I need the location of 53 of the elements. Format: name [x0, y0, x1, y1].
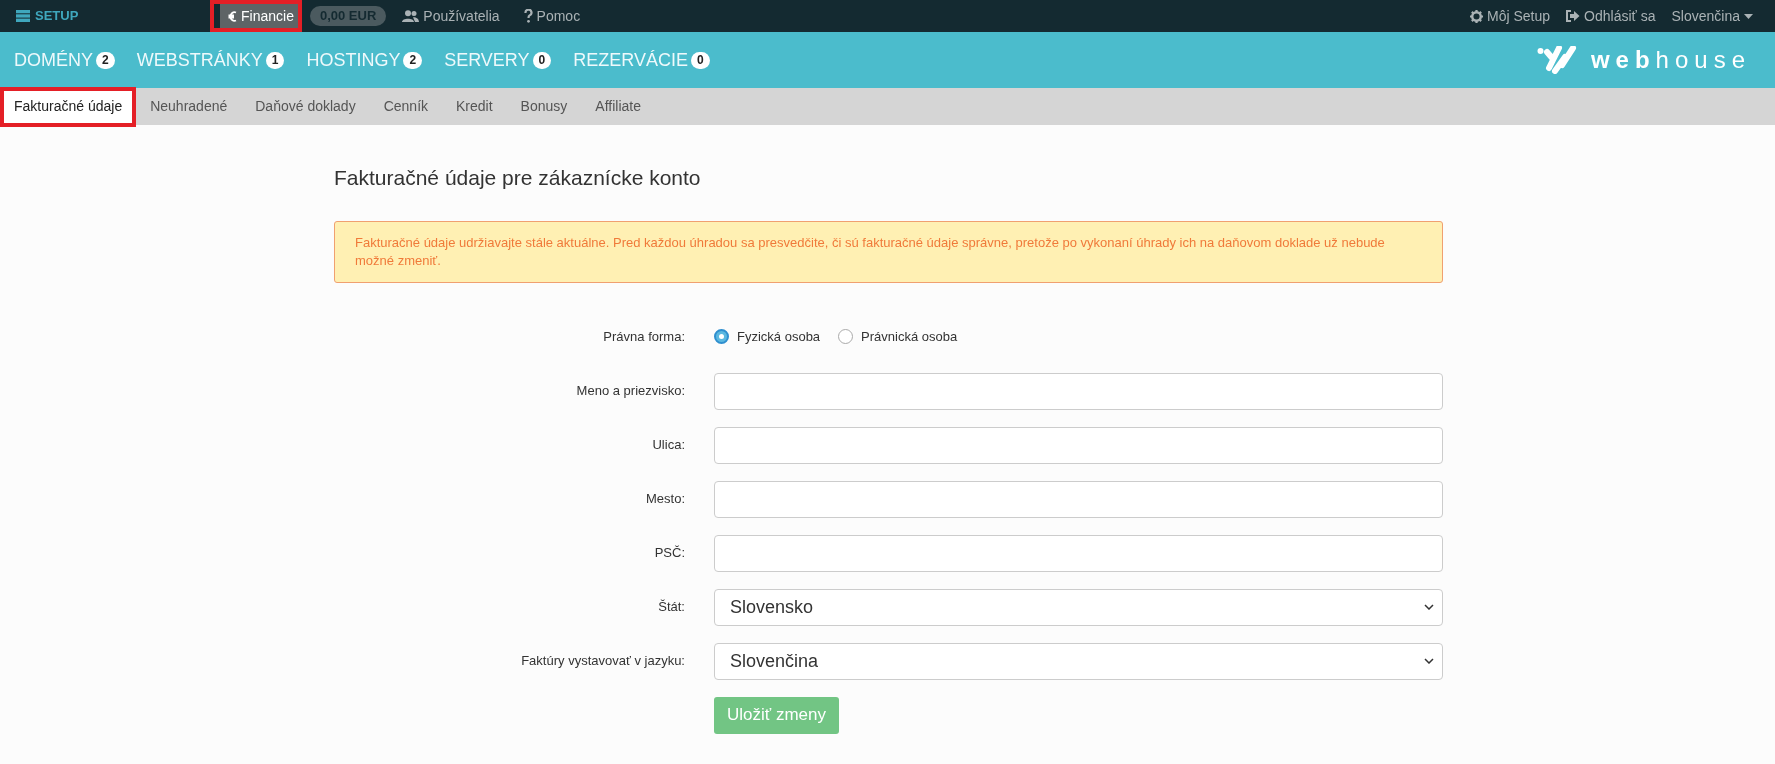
- dropdown[interactable]: Slovenčina: [714, 642, 1443, 680]
- chevron-down-icon: [1424, 604, 1434, 610]
- main-nav-item[interactable]: HOSTINGY 2: [306, 46, 423, 74]
- input-field[interactable]: [714, 534, 1443, 572]
- main-nav-item[interactable]: SERVERY 0: [444, 46, 552, 74]
- radio-button[interactable]: [714, 329, 729, 344]
- field-label: Ulica:: [651, 436, 685, 455]
- count-badge: 1: [265, 51, 285, 69]
- radio-button[interactable]: [838, 329, 854, 344]
- sub-tab[interactable]: Kredit: [446, 90, 503, 123]
- question-icon: [523, 9, 533, 23]
- input-field[interactable]: [714, 372, 1443, 410]
- brand-link[interactable]: SETUP: [35, 6, 79, 26]
- caret-icon: [1744, 13, 1753, 19]
- logo-icon: [1536, 46, 1579, 74]
- field-label: Faktúry vystavovať v jazyku:: [520, 652, 685, 671]
- sub-tab[interactable]: Neuhradené: [140, 90, 238, 123]
- radio-option[interactable]: Právnická osoba: [838, 326, 958, 347]
- server-icon: [16, 10, 30, 22]
- count-badge: 2: [96, 51, 115, 69]
- nav-link[interactable]: Môj Setup: [1470, 5, 1551, 27]
- euro-icon: [228, 9, 237, 23]
- sub-tab[interactable]: Daňové doklady: [245, 90, 366, 123]
- nav-link[interactable]: Slovenčina: [1671, 5, 1753, 27]
- nav-link[interactable]: Používatelia: [394, 0, 508, 32]
- radio-option[interactable]: Fyzická osoba: [714, 326, 821, 347]
- input-field[interactable]: [714, 426, 1443, 464]
- count-badge: 2: [403, 51, 423, 69]
- sub-tab[interactable]: Affiliate: [585, 90, 651, 123]
- count-badge: 0: [690, 51, 710, 69]
- dropdown[interactable]: Slovensko: [714, 588, 1443, 626]
- nav-link[interactable]: Odhlásiť sa: [1566, 5, 1656, 27]
- users-icon: [402, 10, 420, 22]
- page-title: Fakturačné údaje pre zákaznícke konto: [334, 165, 702, 191]
- count-badge: 0: [532, 51, 552, 69]
- field-label: Štát:: [657, 598, 685, 617]
- logout-icon: [1566, 10, 1581, 22]
- chevron-down-icon: [1424, 658, 1434, 664]
- sub-tab[interactable]: Cenník: [373, 90, 438, 123]
- nav-link[interactable]: Pomoc: [515, 0, 589, 32]
- field-label: Právna forma:: [602, 327, 685, 346]
- main-nav-item[interactable]: DOMÉNY 2: [14, 46, 115, 74]
- main-nav-item[interactable]: WEBSTRÁNKY 1: [136, 46, 285, 74]
- sub-tab[interactable]: Bonusy: [510, 90, 578, 123]
- field-label: Meno a priezvisko:: [575, 382, 685, 401]
- warning-alert: Fakturačné údaje udržiavajte stále aktuálne. Pred každou úhradou sa presvedčite, či sú fakturačné údaje správne, pretože po vykonaní úhrady ich na daňovom doklade už nebude možné zmeniť.: [334, 220, 1443, 283]
- nav-link[interactable]: Financie: [210, 0, 302, 32]
- input-field[interactable]: [714, 480, 1443, 518]
- gear-icon: [1470, 9, 1484, 23]
- field-label: PSČ:: [653, 544, 685, 563]
- main-nav-item[interactable]: REZERVÁCIE 0: [573, 46, 710, 74]
- field-label: Mesto:: [645, 490, 685, 509]
- logo-text: web house: [1590, 45, 1751, 75]
